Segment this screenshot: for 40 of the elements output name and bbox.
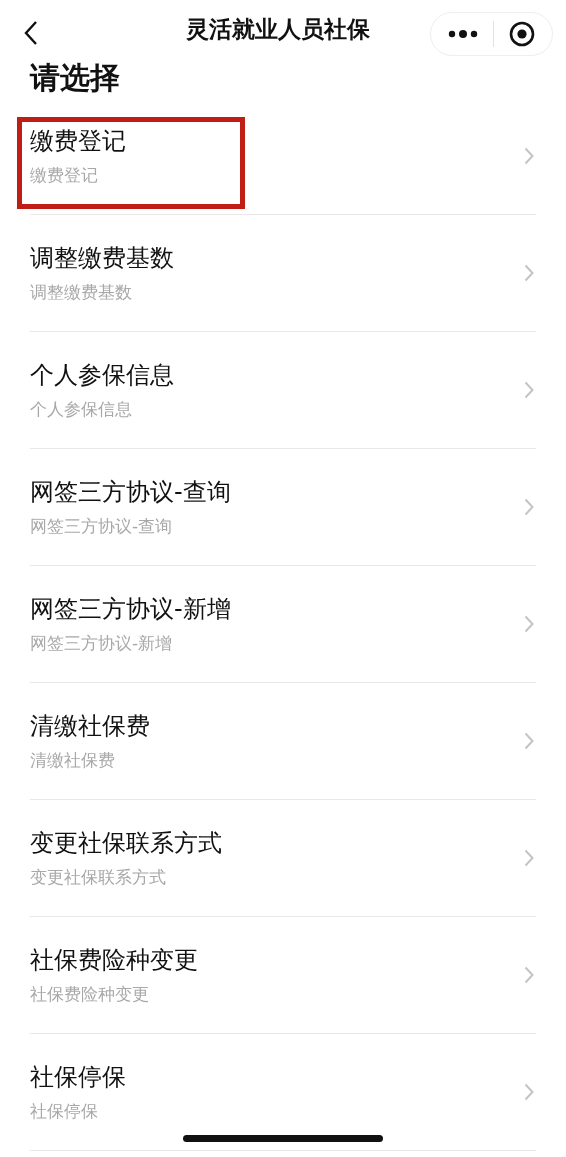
item-subtitle: 社保费险种变更 — [30, 983, 149, 1005]
menu-item[interactable]: 变更社保联系方式 变更社保联系方式 — [30, 800, 536, 917]
chevron-icon — [524, 264, 534, 282]
chevron-icon — [524, 849, 534, 867]
item-subtitle: 缴费登记 — [30, 164, 98, 186]
chevron-icon — [524, 966, 534, 984]
chevron-icon — [524, 1083, 534, 1101]
chevron-icon — [524, 498, 534, 516]
chevron-icon — [524, 732, 534, 750]
nav-title: 灵活就业人员社保 — [186, 14, 371, 44]
item-subtitle: 清缴社保费 — [30, 749, 115, 771]
item-subtitle: 网签三方协议-查询 — [30, 515, 173, 537]
page-heading: 请选择 — [28, 59, 121, 97]
item-title: 社保费险种变更 — [30, 945, 198, 975]
chevron-icon — [524, 615, 534, 633]
menu-item[interactable]: 清缴社保费 清缴社保费 — [30, 683, 536, 800]
item-title: 缴费登记 — [30, 126, 126, 156]
close-icon[interactable] — [508, 21, 535, 47]
item-title: 清缴社保费 — [30, 711, 150, 741]
item-subtitle: 网签三方协议-新增 — [30, 632, 173, 654]
more-icon[interactable] — [448, 30, 479, 38]
item-subtitle: 变更社保联系方式 — [30, 866, 166, 888]
item-subtitle: 社保停保 — [30, 1100, 98, 1122]
menu-item[interactable]: 调整缴费基数 调整缴费基数 — [30, 215, 536, 332]
menu-item[interactable]: 社保费险种变更 社保费险种变更 — [30, 917, 536, 1034]
item-subtitle: 调整缴费基数 — [30, 281, 132, 303]
item-title: 网签三方协议-查询 — [30, 477, 231, 507]
item-title: 网签三方协议-新增 — [30, 594, 231, 624]
item-subtitle: 个人参保信息 — [30, 398, 132, 420]
item-title: 个人参保信息 — [30, 360, 174, 390]
item-title: 社保停保 — [30, 1062, 126, 1092]
chevron-icon — [524, 147, 534, 165]
menu-item[interactable]: 个人参保信息 个人参保信息 — [30, 332, 536, 449]
item-title: 调整缴费基数 — [30, 243, 174, 273]
item-title: 变更社保联系方式 — [30, 828, 222, 858]
menu-item[interactable]: 网签三方协议-新增 网签三方协议-新增 — [30, 566, 536, 683]
menu-item[interactable]: 网签三方协议-查询 网签三方协议-查询 — [30, 449, 536, 566]
menu-item[interactable]: 缴费登记 缴费登记 — [30, 98, 536, 215]
chevron-icon — [524, 381, 534, 399]
back-icon[interactable] — [24, 20, 38, 46]
